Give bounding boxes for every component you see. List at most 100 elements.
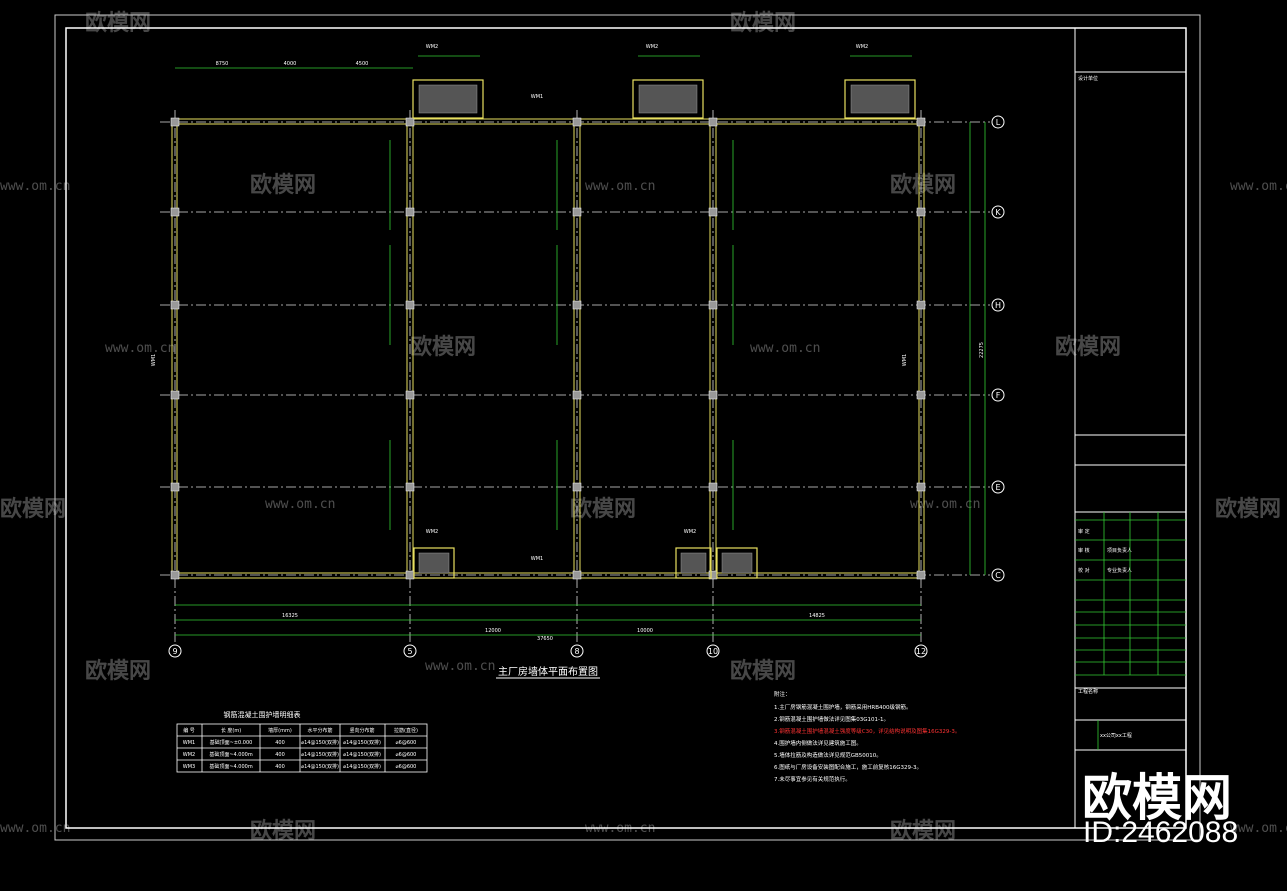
watermark-brand: 欧模网 (730, 10, 796, 36)
axis-label-K: K (995, 208, 1001, 217)
watermark-url: www.om.cn (1230, 179, 1287, 194)
axis-label-F: F (996, 391, 1001, 400)
watermark-url: www.om.cn (265, 497, 335, 512)
column (572, 117, 582, 127)
axis-label-12: 12 (916, 647, 926, 656)
tb-discipline-lead: 专业负责人 (1107, 567, 1132, 574)
watermark-url: www.om.cn (0, 821, 70, 836)
plan-drawing: 9 5 8 10 12 L K H F E C 16325 12000 3765… (151, 44, 1005, 658)
wm1-bottom: WM1 (531, 556, 543, 562)
column (708, 207, 718, 217)
watermark-url: www.om.cn (105, 341, 175, 356)
column (405, 300, 415, 310)
dim-12000: 12000 (485, 628, 501, 634)
watermark-brand: 欧模网 (410, 334, 476, 360)
column (405, 207, 415, 217)
note-6: 6.图纸与厂房设备安装图配合施工，施工前复核16G329-3。 (774, 763, 922, 771)
wm2-top-1: WM2 (426, 44, 438, 50)
tb-project-name: 工程名称 (1078, 688, 1098, 695)
td-1-1: 基础顶面~4.000m (209, 751, 253, 758)
axis-label-9: 9 (172, 647, 177, 656)
td-2-2: 400 (275, 764, 285, 770)
wm1-top: WM1 (531, 94, 543, 100)
table-title: 钢筋混凝土围护墙明细表 (224, 710, 301, 719)
td-1-4: ⌀14@150(双排) (343, 751, 381, 758)
td-2-5: ⌀6@600 (396, 764, 417, 770)
axis-label-8: 8 (574, 647, 579, 656)
column (405, 570, 415, 580)
td-2-0: WM3 (183, 764, 195, 770)
dim-16325: 16325 (282, 613, 298, 619)
td-0-3: ⌀14@150(双排) (301, 739, 339, 746)
drawing-title: 主厂房墙体平面布置图 (498, 665, 598, 678)
th-2: 墙厚(mm) (268, 727, 292, 734)
watermark-brand: 欧模网 (85, 10, 151, 36)
th-0: 编 号 (183, 727, 195, 734)
note-1: 1.主厂房钢筋混凝土围护墙，钢筋采用HRB400级钢筋。 (774, 703, 911, 711)
dim-10000: 10000 (637, 628, 653, 634)
td-0-2: 400 (275, 740, 285, 746)
dim-37650: 37650 (537, 636, 553, 642)
th-3: 水平分布筋 (307, 727, 332, 734)
watermark-brand: 欧模网 (0, 496, 66, 522)
title-block (1074, 27, 1187, 829)
column (916, 207, 926, 217)
tb-project-lead: 项目负责人 (1107, 547, 1132, 554)
td-0-1: 基础顶面~±0.000 (210, 739, 253, 746)
watermark-brand: 欧模网 (890, 172, 956, 198)
column (405, 390, 415, 400)
axis-label-10: 10 (708, 647, 718, 656)
title-block-labels: 设计单位 审 定 审 核 项目负责人 校 对 专业负责人 工程名称 xx公司xx… (1078, 75, 1132, 739)
axis-label-E: E (995, 483, 1000, 492)
note-2: 2.钢筋混凝土围护墙做法详见图集03G101-1。 (774, 715, 889, 723)
tb-review: 审 核 (1078, 547, 1090, 554)
note-3: 3.钢筋混凝土围护墙混凝土强度等级C30，详见结构说明及图集16G329-3。 (774, 727, 960, 735)
note-4: 4.围护墙内侧做法详见建筑施工图。 (774, 739, 862, 747)
column (708, 482, 718, 492)
column (170, 390, 180, 400)
wm2-top-3: WM2 (856, 44, 868, 50)
watermark-brand: 欧模网 (730, 658, 796, 684)
note-5: 5.墙体拉筋及构造做法详见规范GB50010。 (774, 751, 882, 759)
td-1-2: 400 (275, 752, 285, 758)
td-0-0: WM1 (183, 740, 195, 746)
td-1-3: ⌀14@150(双排) (301, 751, 339, 758)
dim-4000: 4000 (284, 61, 297, 67)
column (170, 482, 180, 492)
watermark-brand: 欧模网 (85, 658, 151, 684)
column (708, 117, 718, 127)
dim-14825: 14825 (809, 613, 825, 619)
dim-8750: 8750 (216, 61, 229, 67)
th-5: 拉筋(直径) (394, 727, 418, 734)
watermark-id: ID:2462088 (1083, 816, 1239, 849)
td-0-4: ⌀14@150(双排) (343, 739, 381, 746)
wm2-top-2: WM2 (646, 44, 658, 50)
th-1: 长 度(m) (221, 727, 241, 734)
column (916, 570, 926, 580)
watermark-url: www.om.cn (585, 179, 655, 194)
column (170, 207, 180, 217)
watermark-brand: 欧模网 (1215, 496, 1281, 522)
column (708, 390, 718, 400)
column (170, 117, 180, 127)
column (916, 482, 926, 492)
td-0-5: ⌀6@600 (396, 740, 417, 746)
column (170, 570, 180, 580)
wall-table: 钢筋混凝土围护墙明细表 编 号 长 度(m) 墙厚(mm) 水平分布筋 竖向分布… (176, 710, 428, 773)
column (916, 117, 926, 127)
axis-label-L: L (996, 118, 1001, 127)
td-2-1: 基础顶面~4.000m (209, 763, 253, 770)
tb-check: 校 对 (1078, 567, 1090, 574)
wm1-right: WM1 (902, 354, 908, 366)
dim-4500: 4500 (356, 61, 369, 67)
watermark-layer: 欧模网 欧模网欧模网 欧模网欧模网 欧模网欧模网 欧模网欧模网 欧模网欧模网 欧模网欧模网w… (0, 10, 1287, 844)
tb-approve: 审 定 (1078, 528, 1090, 535)
column (405, 482, 415, 492)
column (572, 300, 582, 310)
td-2-3: ⌀14@150(双排) (301, 763, 339, 770)
note-7: 7.未尽事宜参见有关规范执行。 (774, 775, 851, 783)
watermark-url: www.om.cn (1230, 821, 1287, 836)
watermark-url: www.om.cn (750, 341, 820, 356)
td-1-5: ⌀6@600 (396, 752, 417, 758)
watermark-url: www.om.cn (425, 659, 495, 674)
